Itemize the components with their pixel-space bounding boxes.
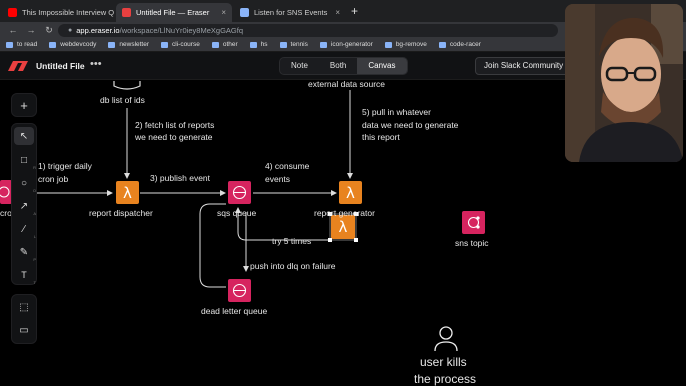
bookmark-item[interactable]: to read [6,41,37,48]
label-kills-1[interactable]: user kills [420,355,467,370]
bookmark-item[interactable]: newsletter [108,41,149,48]
text-icon[interactable]: TT [14,266,36,285]
view-note-tab[interactable]: Note [280,58,319,74]
label-trigger-2[interactable]: cron job [38,174,68,185]
arrow-icon[interactable]: ↗ A [14,197,36,217]
docs-favicon-icon [240,8,249,17]
bookmark-item[interactable]: icon-generator [319,41,373,48]
sqs-queue-icon [228,181,251,204]
label-fetch-2[interactable]: we need to generate [135,132,213,143]
folder-icon [211,41,219,48]
label-consume-2[interactable]: events [265,174,290,185]
label-db[interactable]: db list of ids [100,95,145,106]
label-pull-3[interactable]: this report [362,132,400,143]
label-trigger-1[interactable]: 1) trigger daily [38,161,92,172]
url-field[interactable]: ● app.eraser.io/workspace/LlNuYr0iey8MeX… [58,24,558,37]
folder-icon [49,41,57,48]
browser-tab-eraser[interactable]: Untitled File — Eraser × [116,3,232,22]
rectangle-icon[interactable]: □ R [14,151,36,171]
folder-icon [384,41,392,48]
bookmark-item[interactable]: bg-remove [384,41,427,48]
folder-icon [161,41,169,48]
close-tab-icon[interactable]: × [215,8,226,17]
file-name[interactable]: Untitled File [36,61,85,71]
sns-topic-icon [462,211,485,234]
reload-icon[interactable]: ↻ [44,25,54,36]
folder-icon [249,41,257,48]
folder-icon [438,41,446,48]
bookmark-item[interactable]: code-racer [438,41,481,48]
folder-icon [6,41,13,48]
pen-icon[interactable]: ✎ P [14,243,36,263]
label-generator[interactable]: report generator [314,208,375,219]
bookmark-item[interactable]: webdevcody [49,41,96,48]
label-sns[interactable]: sns topic [455,238,489,249]
folder-icon [319,41,327,48]
url-host: app.eraser.io [76,26,120,35]
tab-title: Untitled File — Eraser [136,8,210,17]
label-pull-2[interactable]: data we need to generate [362,120,458,131]
lambda-generator-icon: λ [339,181,362,204]
folder-icon [279,41,287,48]
label-kills-2[interactable]: the process [414,372,476,386]
plus-icon[interactable]: + [14,96,34,114]
label-dlq[interactable]: dead letter queue [201,306,267,317]
browser-tab-youtube[interactable]: This Impossible Interview Que [2,3,114,22]
view-both-tab[interactable]: Both [319,58,357,74]
svg-text:λ: λ [123,184,132,202]
presenter-video-image [565,4,683,162]
close-tab-icon[interactable]: × [329,8,340,17]
forward-icon[interactable]: → [26,25,36,35]
lambda-dispatcher-icon: λ [116,181,139,204]
database-icon [113,81,141,90]
pointer-icon[interactable]: ↖ [14,127,34,145]
label-sqs[interactable]: sqs queue [217,208,256,219]
label-pull-1[interactable]: 5) pull in whatever [362,107,431,118]
back-icon[interactable]: ← [8,25,18,35]
bookmark-item[interactable]: tennis [279,41,308,48]
more-options-icon[interactable]: ••• [90,58,102,70]
user-icon [434,326,458,352]
label-consume-1[interactable]: 4) consume [265,161,309,172]
tab-title: This Impossible Interview Que [22,8,114,17]
bookmark-item[interactable]: other [211,41,238,48]
folder-icon [108,41,116,48]
line-icon[interactable]: ∕ L [14,220,36,240]
label-publish[interactable]: 3) publish event [150,173,210,184]
youtube-favicon-icon [8,8,17,17]
join-slack-button[interactable]: Join Slack Community [475,57,573,75]
bookmark-item[interactable]: cli-course [161,41,200,48]
bookmark-item[interactable]: hs [249,41,268,48]
comment-icon[interactable]: ▭ [14,321,34,339]
label-dlq-push[interactable]: push into dlq on failure [250,261,336,272]
dlq-icon [228,279,251,302]
eraser-logo-icon[interactable] [8,61,28,71]
webcam-overlay [565,4,683,162]
circle-icon[interactable]: ○ O [14,174,36,194]
label-external[interactable]: external data source [308,79,385,90]
frame-icon[interactable]: ⬚ [14,298,34,316]
new-tab-button[interactable]: + [351,4,358,18]
lock-icon: ● [68,27,73,34]
browser-tab-sns[interactable]: Listen for SNS Events × [234,3,346,22]
label-dispatcher[interactable]: report dispatcher [89,208,153,219]
eraser-favicon-icon [122,8,131,17]
svg-text:λ: λ [339,218,348,236]
view-mode-switch: Note Both Canvas [279,57,408,75]
tab-title: Listen for SNS Events [254,8,328,17]
view-canvas-tab[interactable]: Canvas [357,58,407,74]
svg-text:λ: λ [346,184,355,202]
label-fetch-1[interactable]: 2) fetch list of reports [135,120,214,131]
url-path: /workspace/LlNuYr0iey8MeXgGAGfq [119,26,243,35]
label-try-5[interactable]: try 5 times [272,236,311,247]
